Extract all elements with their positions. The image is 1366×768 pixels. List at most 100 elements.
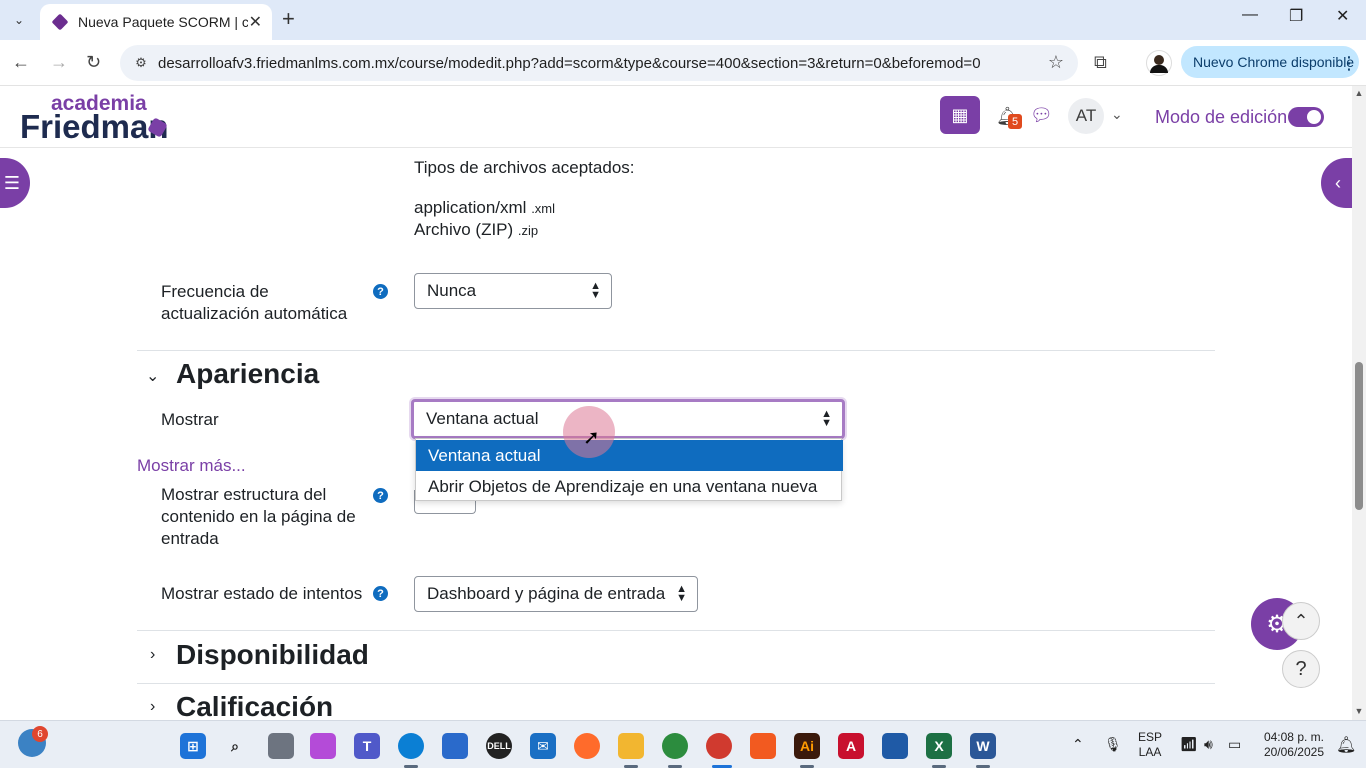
structure-display-label: Mostrar estructura del contenido en la p… [161, 484, 356, 550]
new-tab-plus-icon[interactable]: + [282, 6, 295, 32]
select-value: Nunca [427, 281, 477, 300]
site-header: academia Friedman ▦ 🔔︎ 5 💬︎ AT ⌄ Modo de… [0, 86, 1352, 148]
expand-chevron-right-icon[interactable]: › [150, 646, 155, 664]
url-text[interactable]: desarrolloafv3.friedmanlms.com.mx/course… [158, 55, 981, 72]
profile-body [1150, 65, 1168, 73]
excel-icon[interactable]: X [926, 733, 952, 759]
label-line: Frecuencia de [161, 282, 269, 301]
help-icon[interactable]: ? [373, 284, 388, 299]
browser-tab[interactable]: Nueva Paquete SCORM | curso2 ✕ [40, 4, 272, 40]
wifi-icon[interactable]: 📶︎ [1180, 736, 1198, 753]
display-select[interactable]: Ventana actual ▲ ▼ [411, 399, 845, 439]
reload-icon[interactable]: ↻ [86, 52, 101, 73]
tab-search-chevron-icon[interactable]: ⌄ [6, 7, 32, 33]
form-content: Tipos de archivos aceptados: application… [0, 148, 1352, 720]
dropdown-option-current-window[interactable]: Ventana actual [416, 440, 843, 471]
logo-bottom-text[interactable]: Friedman [20, 108, 169, 146]
user-avatar[interactable]: AT [1068, 98, 1104, 134]
update-frequency-label: Frecuencia de actualización automática [161, 281, 347, 325]
expand-chevron-right-icon[interactable]: › [150, 698, 155, 716]
mail-icon[interactable]: ✉ [530, 733, 556, 759]
minimize-icon[interactable]: — [1242, 6, 1258, 24]
language-line: LAA [1138, 745, 1162, 759]
label-line: actualización automática [161, 304, 348, 323]
profile-avatar[interactable] [1146, 50, 1172, 76]
user-menu-chevron-icon[interactable]: ⌄ [1111, 106, 1123, 123]
file-type-mime: application/xml [414, 198, 527, 217]
attempt-status-select[interactable]: Dashboard y página de entrada ▲ ▼ [414, 576, 698, 612]
file-explorer-icon[interactable] [618, 733, 644, 759]
restore-icon[interactable]: ❐ [1289, 6, 1303, 26]
browser-tab-bar: ⌄ Nueva Paquete SCORM | curso2 ✕ + — ❐ ✕ [0, 0, 1366, 40]
chrome-menu-icon[interactable]: ⋮ [1340, 53, 1358, 74]
edit-mode-toggle[interactable] [1288, 107, 1324, 127]
chrome-icon[interactable] [662, 733, 688, 759]
page-help-icon[interactable]: ? [1282, 650, 1320, 688]
section-divider [137, 350, 1215, 351]
bookmark-star-icon[interactable]: ☆ [1048, 52, 1064, 73]
language-line: ESP [1138, 730, 1163, 744]
show-more-link[interactable]: Mostrar más... [137, 456, 246, 476]
brave-icon[interactable] [750, 733, 776, 759]
apps-grid-icon[interactable]: ▦ [940, 96, 980, 134]
section-title-appearance[interactable]: Apariencia [176, 358, 319, 390]
extensions-puzzle-icon[interactable]: ⧉ [1094, 52, 1107, 73]
firefox-icon[interactable] [574, 733, 600, 759]
label-line: entrada [161, 529, 219, 548]
accepted-types-title: Tipos de archivos aceptados: [414, 158, 635, 177]
file-type-mime: Archivo (ZIP) [414, 220, 514, 239]
select-value: Ventana actual [426, 409, 539, 428]
notepad-icon[interactable] [882, 733, 908, 759]
site-favicon-icon [51, 13, 69, 31]
update-frequency-select[interactable]: Nunca ▲ ▼ [414, 273, 612, 309]
scroll-to-top-chevron-icon[interactable]: ⌃ [1282, 602, 1320, 640]
language-indicator[interactable]: ESP LAA [1138, 730, 1162, 760]
store-icon[interactable] [442, 733, 468, 759]
tab-close-icon[interactable]: ✕ [249, 12, 262, 32]
illustrator-icon[interactable]: Ai [794, 733, 820, 759]
dell-icon[interactable]: DELL [486, 733, 512, 759]
scrollbar-thumb[interactable] [1355, 362, 1363, 510]
system-clock[interactable]: 04:08 p. m. 20/06/2025 [1256, 730, 1324, 760]
messages-chat-icon[interactable]: 💬︎ [1030, 105, 1053, 126]
mouse-pointer-icon: ➚ [583, 427, 600, 449]
section-title-availability[interactable]: Disponibilidad [176, 639, 369, 671]
section-title-grade[interactable]: Calificación [176, 691, 333, 720]
word-icon[interactable]: W [970, 733, 996, 759]
profile-head [1154, 55, 1164, 65]
forward-arrow-icon[interactable]: → [50, 52, 68, 73]
battery-icon[interactable]: ▭ [1228, 736, 1241, 753]
volume-icon[interactable]: 🔊︎ [1204, 736, 1213, 753]
label-line: contenido en la página de [161, 507, 356, 526]
site-info-icon[interactable]: ⚙ [132, 54, 150, 72]
display-label: Mostrar [161, 410, 219, 429]
tab-title: Nueva Paquete SCORM | curso2 [78, 14, 248, 30]
back-arrow-icon[interactable]: ← [12, 52, 30, 73]
edit-mode-label: Modo de edición [1155, 107, 1288, 127]
notification-center-bell-icon[interactable]: 🔔︎ [1336, 735, 1356, 755]
microphone-icon[interactable]: 🎙︎ [1104, 736, 1122, 753]
window-close-icon[interactable]: ✕ [1336, 6, 1349, 26]
section-divider [137, 683, 1215, 684]
select-caret-icon: ▲ ▼ [676, 583, 687, 604]
chrome-profile-icon[interactable] [706, 733, 732, 759]
windows-start-icon[interactable]: ⊞ [180, 733, 206, 759]
collapse-chevron-down-icon[interactable]: ⌄ [146, 366, 159, 386]
scroll-down-arrow-icon[interactable]: ▼ [1352, 706, 1366, 716]
dropdown-option-new-window[interactable]: Abrir Objetos de Aprendizaje en una vent… [416, 471, 843, 502]
chrome-update-button[interactable]: Nuevo Chrome disponible [1181, 46, 1359, 78]
tray-overflow-chevron-icon[interactable]: ⌃ [1072, 736, 1084, 753]
select-caret-icon: ▲ ▼ [590, 280, 601, 301]
scroll-up-arrow-icon[interactable]: ▲ [1352, 88, 1366, 98]
copilot-icon[interactable] [310, 733, 336, 759]
address-bar[interactable]: ⚙ desarrolloafv3.friedmanlms.com.mx/cour… [120, 45, 1078, 81]
acrobat-icon[interactable]: A [838, 733, 864, 759]
teams-icon[interactable]: T [354, 733, 380, 759]
help-icon[interactable]: ? [373, 586, 388, 601]
help-icon[interactable]: ? [373, 488, 388, 503]
file-type-zip: Archivo (ZIP) .zip [414, 220, 538, 240]
search-icon[interactable]: ⌕ [222, 733, 248, 759]
weather-badge: 6 [32, 726, 48, 742]
task-view-icon[interactable] [268, 733, 294, 759]
edge-icon[interactable] [398, 733, 424, 759]
